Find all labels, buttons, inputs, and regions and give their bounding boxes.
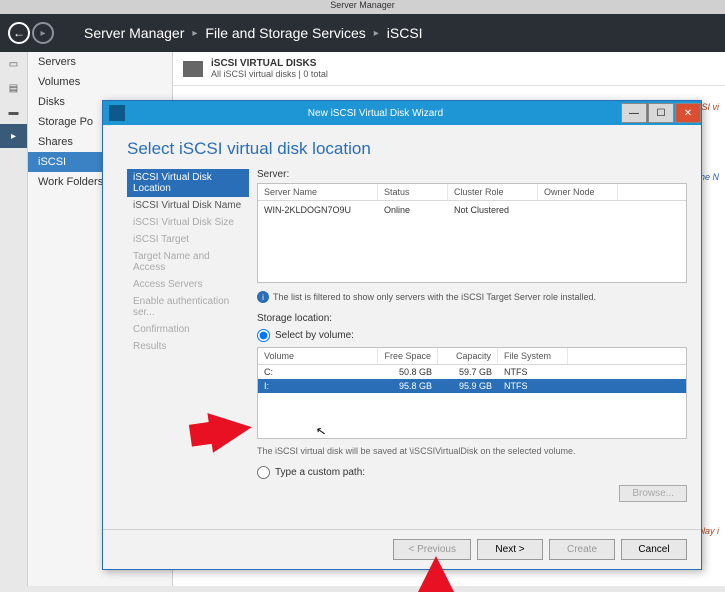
vol-c-cap: 59.7 GB (438, 365, 498, 379)
vol-i-free: 95.8 GB (378, 379, 438, 393)
header-bar: ← ▸ Server Manager ▸ File and Storage Se… (0, 14, 725, 52)
browse-button[interactable]: Browse... (619, 485, 687, 502)
breadcrumb-iscsi[interactable]: iSCSI (387, 25, 423, 41)
vol-i-fs: NTFS (498, 379, 568, 393)
back-button[interactable]: ← (8, 22, 30, 44)
col-free-space[interactable]: Free Space (378, 348, 438, 364)
col-status[interactable]: Status (378, 184, 448, 200)
radio-volume-input[interactable] (257, 329, 270, 342)
vol-c-name: C: (258, 365, 378, 379)
server-name-cell: WIN-2KLDOGN7O9U (258, 203, 378, 217)
wizard-heading: Select iSCSI virtual disk location (103, 125, 701, 169)
col-capacity[interactable]: Capacity (438, 348, 498, 364)
wizard-main: Server: Server Name Status Cluster Role … (257, 169, 687, 529)
section-subtitle: All iSCSI virtual disks | 0 total (211, 69, 328, 79)
forward-button[interactable]: ▸ (32, 22, 54, 44)
server-grid[interactable]: Server Name Status Cluster Role Owner No… (257, 183, 687, 283)
sidebar-item-volumes[interactable]: Volumes (28, 72, 172, 92)
step-results: Results (127, 338, 249, 355)
vhd-icon (183, 61, 203, 77)
section-title: iSCSI VIRTUAL DISKS (211, 58, 328, 69)
step-target: iSCSI Target (127, 231, 249, 248)
server-role-cell: Not Clustered (448, 203, 538, 217)
wizard-dialog: New iSCSI Virtual Disk Wizard — ☐ ✕ Sele… (102, 100, 702, 570)
vol-i-name: I: (258, 379, 378, 393)
icon-rail: ▭ ▤ ▬ ▸ (0, 52, 28, 586)
volume-grid-headers: Volume Free Space Capacity File System (258, 348, 686, 365)
rail-volumes-icon[interactable]: ▤ (0, 76, 27, 100)
create-button[interactable]: Create (549, 539, 615, 560)
radio-custom-label: Type a custom path: (275, 467, 365, 478)
col-owner-node[interactable]: Owner Node (538, 184, 618, 200)
step-location[interactable]: iSCSI Virtual Disk Location (127, 169, 249, 197)
next-button[interactable]: Next > (477, 539, 543, 560)
col-file-system[interactable]: File System (498, 348, 568, 364)
volume-grid[interactable]: Volume Free Space Capacity File System C… (257, 347, 687, 439)
rail-servers-icon[interactable]: ▭ (0, 52, 27, 76)
maximize-button[interactable]: ☐ (648, 103, 674, 123)
step-target-name: Target Name and Access (127, 248, 249, 276)
breadcrumb-storage[interactable]: File and Storage Services (205, 25, 365, 41)
filter-note-text: The list is filtered to show only server… (273, 292, 596, 302)
app-title: Server Manager (0, 0, 725, 14)
server-row[interactable]: WIN-2KLDOGN7O9U Online Not Clustered (258, 201, 686, 219)
col-server-name[interactable]: Server Name (258, 184, 378, 200)
info-icon: i (257, 291, 269, 303)
wizard-icon (109, 105, 125, 121)
wizard-titlebar[interactable]: New iSCSI Virtual Disk Wizard — ☐ ✕ (103, 101, 701, 125)
radio-custom-path[interactable]: Type a custom path: (257, 466, 687, 479)
col-volume[interactable]: Volume (258, 348, 378, 364)
server-grid-headers: Server Name Status Cluster Role Owner No… (258, 184, 686, 201)
radio-select-by-volume[interactable]: Select by volume: (257, 329, 687, 342)
vol-c-fs: NTFS (498, 365, 568, 379)
server-label: Server: (257, 169, 687, 180)
step-access: Access Servers (127, 276, 249, 293)
step-confirm: Confirmation (127, 321, 249, 338)
step-name[interactable]: iSCSI Virtual Disk Name (127, 197, 249, 214)
cancel-button[interactable]: Cancel (621, 539, 687, 560)
wizard-footer: < Previous Next > Create Cancel (103, 529, 701, 569)
server-status-cell: Online (378, 203, 448, 217)
step-auth: Enable authentication ser... (127, 293, 249, 321)
minimize-button[interactable]: — (621, 103, 647, 123)
volume-row-i[interactable]: I: 95.8 GB 95.9 GB NTFS (258, 379, 686, 393)
step-size: iSCSI Virtual Disk Size (127, 214, 249, 231)
annotation-arrow-2 (418, 556, 454, 592)
wizard-title: New iSCSI Virtual Disk Wizard (131, 108, 620, 119)
rail-iscsi-icon[interactable]: ▸ (0, 124, 27, 148)
server-owner-cell (538, 203, 618, 217)
vol-c-free: 50.8 GB (378, 365, 438, 379)
breadcrumb-root[interactable]: Server Manager (84, 25, 184, 41)
radio-custom-input[interactable] (257, 466, 270, 479)
close-button[interactable]: ✕ (675, 103, 701, 123)
wizard-steps: iSCSI Virtual Disk Location iSCSI Virtua… (127, 169, 257, 529)
storage-label: Storage location: (257, 313, 687, 324)
breadcrumb: Server Manager ▸ File and Storage Servic… (80, 25, 427, 41)
rail-disks-icon[interactable]: ▬ (0, 100, 27, 124)
filter-note: i The list is filtered to show only serv… (257, 291, 687, 303)
annotation-arrow-1 (207, 407, 254, 452)
chevron-right-icon: ▸ (192, 28, 197, 39)
col-cluster-role[interactable]: Cluster Role (448, 184, 538, 200)
content-header: iSCSI VIRTUAL DISKS All iSCSI virtual di… (173, 52, 725, 86)
radio-volume-label: Select by volume: (275, 330, 354, 341)
vol-i-cap: 95.9 GB (438, 379, 498, 393)
chevron-right-icon: ▸ (374, 28, 379, 39)
sidebar-item-servers[interactable]: Servers (28, 52, 172, 72)
volume-row-c[interactable]: C: 50.8 GB 59.7 GB NTFS (258, 365, 686, 379)
save-path-note: The iSCSI virtual disk will be saved at … (257, 446, 687, 456)
